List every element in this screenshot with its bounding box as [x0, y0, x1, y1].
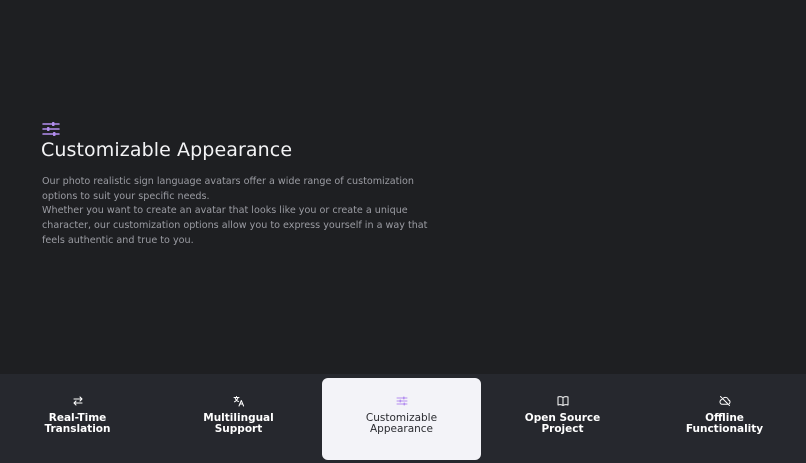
tab-label-line: Support	[214, 423, 263, 435]
tab-label-line: Translation	[44, 423, 111, 435]
sliders-icon	[42, 122, 60, 136]
tab-label: Offline Functionality	[686, 413, 763, 435]
tab-multilingual-support[interactable]: Multilingual Support	[159, 378, 318, 460]
tab-label-line: Project	[541, 423, 584, 435]
swap-arrows-icon	[72, 396, 83, 406]
tab-label-line: Functionality	[685, 423, 764, 435]
tab-customizable-appearance[interactable]: Customizable Appearance	[322, 378, 481, 460]
feature-title: Customizable Appearance	[41, 139, 293, 161]
book-icon	[557, 396, 568, 406]
cloud-off-icon	[719, 396, 730, 406]
tab-offline-functionality[interactable]: Offline Functionality	[645, 378, 804, 460]
feature-tab-bar: Real-Time Translation Multilingual Suppo…	[0, 374, 806, 463]
tab-label-line: Appearance	[369, 423, 434, 435]
tab-label: Customizable Appearance	[366, 413, 437, 435]
tab-label: Real-Time Translation	[45, 413, 111, 435]
tab-label: Open Source Project	[525, 413, 600, 435]
feature-detail-panel: Customizable Appearance Our photo realis…	[0, 0, 806, 374]
tab-label: Multilingual Support	[203, 413, 274, 435]
tab-real-time-translation[interactable]: Real-Time Translation	[0, 378, 157, 460]
tab-open-source-project[interactable]: Open Source Project	[483, 378, 642, 460]
feature-description: Our photo realistic sign language avatar…	[42, 175, 450, 249]
feature-description-paragraph: Whether you want to create an avatar tha…	[42, 205, 428, 246]
sliders-icon	[396, 396, 407, 406]
feature-description-paragraph: Our photo realistic sign language avatar…	[42, 176, 414, 202]
translate-icon	[233, 396, 244, 407]
